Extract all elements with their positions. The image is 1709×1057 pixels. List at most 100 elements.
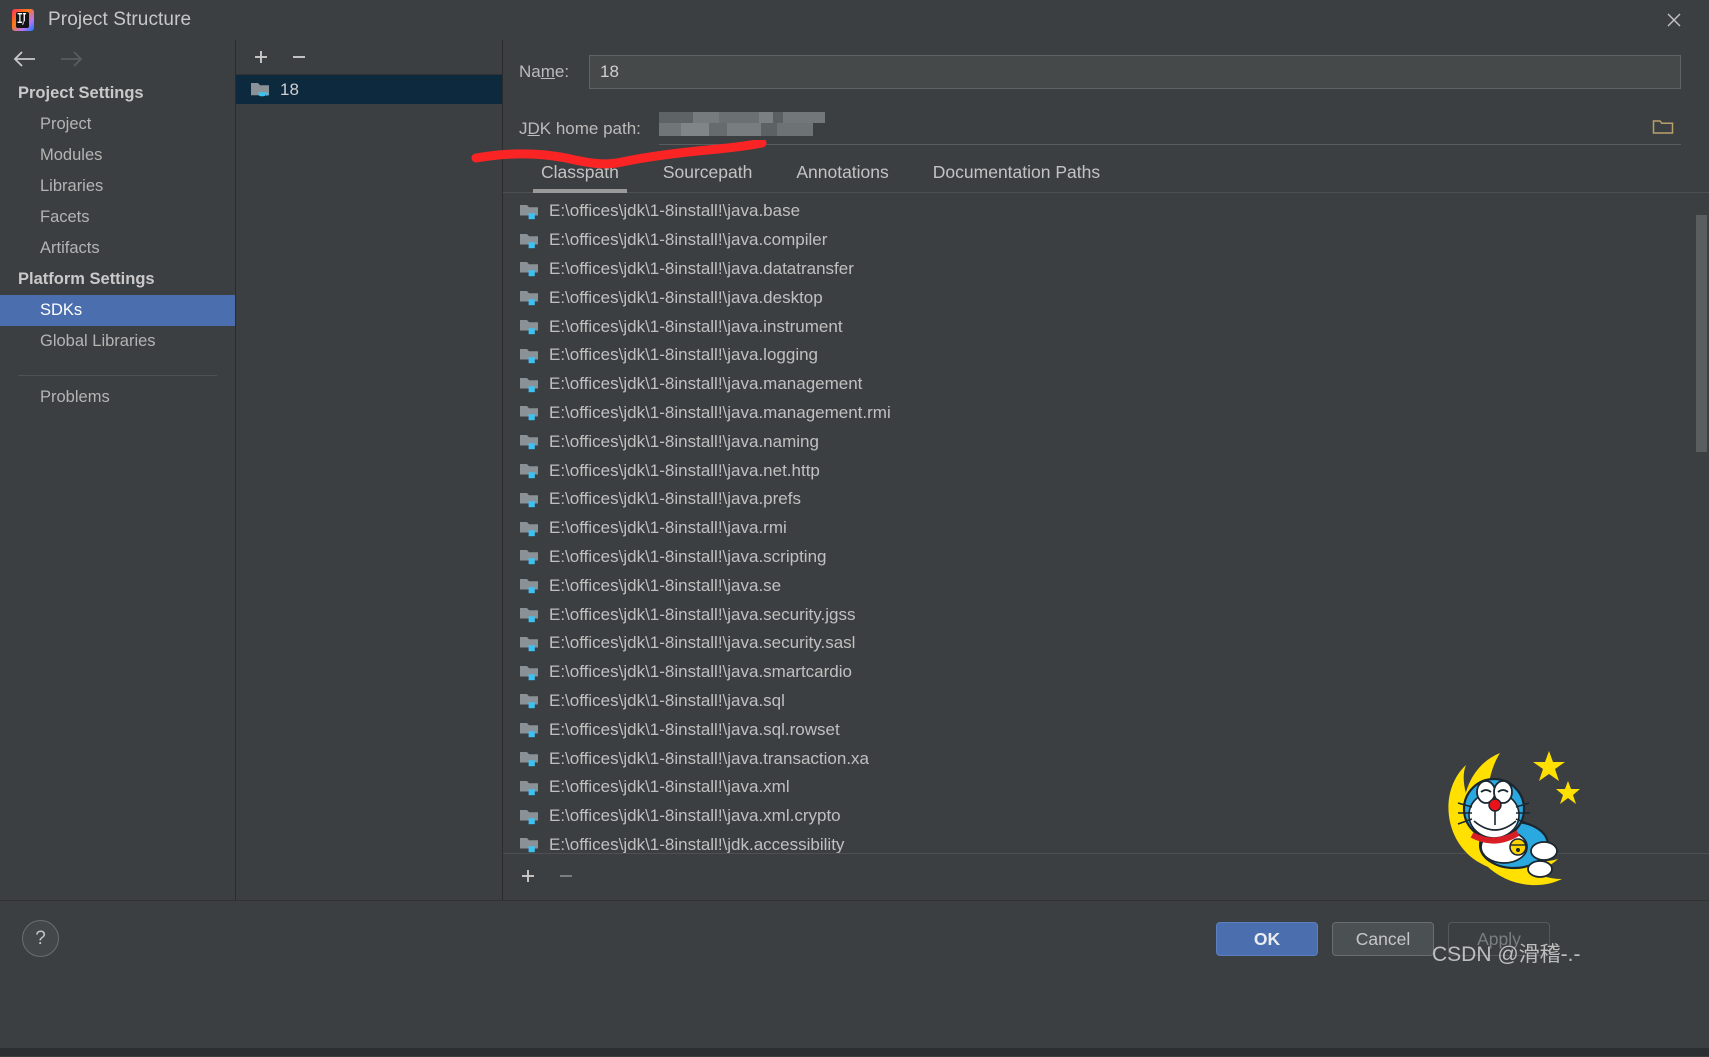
- redacted-path-mask: [659, 108, 851, 142]
- classpath-scrollbar-thumb[interactable]: [1696, 215, 1707, 452]
- window-title: Project Structure: [48, 9, 192, 30]
- classpath-row-label: E:\offices\jdk\1-8install!\java.logging: [549, 345, 819, 365]
- classpath-row[interactable]: E:\offices\jdk\1-8install!\java.base: [503, 197, 1709, 226]
- module-folder-icon: [520, 291, 538, 306]
- navigation-arrows: [0, 40, 235, 78]
- classpath-row-label: E:\offices\jdk\1-8install!\java.sql.rows…: [549, 719, 840, 739]
- classpath-row[interactable]: E:\offices\jdk\1-8install!\java.rmi: [503, 514, 1709, 543]
- classpath-toolbar: [503, 854, 1709, 898]
- classpath-row-label: E:\offices\jdk\1-8install!\java.manageme…: [549, 402, 891, 422]
- help-button[interactable]: ?: [22, 920, 59, 957]
- module-folder-icon: [520, 550, 538, 565]
- classpath-row[interactable]: E:\offices\jdk\1-8install!\java.datatran…: [503, 255, 1709, 284]
- module-folder-icon: [520, 723, 538, 738]
- sidebar-item-sdks[interactable]: SDKs: [0, 295, 235, 326]
- jdk-label-part2: K home path:: [539, 118, 641, 138]
- classpath-row[interactable]: E:\offices\jdk\1-8install!\java.manageme…: [503, 370, 1709, 399]
- classpath-row[interactable]: E:\offices\jdk\1-8install!\java.xml.cryp…: [503, 802, 1709, 831]
- remove-classpath-button[interactable]: [555, 865, 577, 887]
- tab-documentation-paths[interactable]: Documentation Paths: [911, 158, 1122, 192]
- classpath-row[interactable]: E:\offices\jdk\1-8install!\java.compiler: [503, 226, 1709, 255]
- jdk-label-mnemonic: D: [527, 118, 540, 138]
- classpath-row-label: E:\offices\jdk\1-8install!\java.datatran…: [549, 258, 854, 278]
- tab-sourcepath[interactable]: Sourcepath: [641, 158, 775, 192]
- arrow-right-icon[interactable]: [58, 49, 84, 69]
- classpath-row-label: E:\offices\jdk\1-8install!\java.smartcar…: [549, 662, 852, 682]
- classpath-row-label: E:\offices\jdk\1-8install!\java.naming: [549, 431, 819, 451]
- classpath-row[interactable]: E:\offices\jdk\1-8install!\jdk.accessibi…: [503, 831, 1709, 853]
- module-folder-icon: [520, 838, 538, 853]
- close-icon[interactable]: [1651, 4, 1697, 36]
- classpath-row-label: E:\offices\jdk\1-8install!\java.security…: [549, 633, 856, 653]
- sidebar-section-project-settings: Project Settings: [18, 84, 144, 102]
- sdk-list-toolbar: [236, 40, 502, 75]
- classpath-row-label: E:\offices\jdk\1-8install!\java.manageme…: [549, 374, 863, 394]
- module-folder-icon: [520, 233, 538, 248]
- sidebar-item-problems[interactable]: Problems: [0, 376, 235, 412]
- arrow-left-icon[interactable]: [12, 49, 38, 69]
- classpath-row[interactable]: E:\offices\jdk\1-8install!\java.net.http: [503, 456, 1709, 485]
- classpath-row[interactable]: E:\offices\jdk\1-8install!\java.xml: [503, 773, 1709, 802]
- classpath-list-container: E:\offices\jdk\1-8install!\java.base E:\o…: [503, 193, 1709, 854]
- classpath-row[interactable]: E:\offices\jdk\1-8install!\java.transact…: [503, 744, 1709, 773]
- module-folder-icon: [520, 406, 538, 421]
- classpath-row-label: E:\offices\jdk\1-8install!\jdk.accessibi…: [549, 834, 845, 853]
- dialog-button-bar: ? OK Cancel Apply: [0, 900, 1709, 1057]
- tab-annotations[interactable]: Annotations: [774, 158, 910, 192]
- sdk-list-item-18[interactable]: 18: [236, 75, 502, 104]
- ij-glyph: [17, 13, 27, 25]
- csdn-watermark: CSDN @滑稽-.-: [1432, 943, 1581, 966]
- classpath-row[interactable]: E:\offices\jdk\1-8install!\java.logging: [503, 341, 1709, 370]
- add-sdk-button[interactable]: [250, 46, 272, 68]
- classpath-row[interactable]: E:\offices\jdk\1-8install!\java.sql: [503, 687, 1709, 716]
- module-folder-icon: [520, 694, 538, 709]
- cancel-button[interactable]: Cancel: [1332, 922, 1434, 956]
- classpath-row[interactable]: E:\offices\jdk\1-8install!\java.desktop: [503, 283, 1709, 312]
- sdk-list: 18: [236, 75, 502, 104]
- sdk-list-item-label: 18: [280, 79, 299, 99]
- sdk-name-input[interactable]: [589, 55, 1681, 89]
- module-folder-icon: [520, 435, 538, 450]
- jdk-home-path-input[interactable]: [659, 112, 1681, 145]
- sidebar-item-modules[interactable]: Modules: [0, 140, 235, 171]
- sidebar-item-project[interactable]: Project: [0, 109, 235, 140]
- classpath-row-label: E:\offices\jdk\1-8install!\java.se: [549, 575, 782, 595]
- folder-glyph: [1652, 120, 1674, 134]
- remove-sdk-button[interactable]: [288, 46, 310, 68]
- classpath-row-label: E:\offices\jdk\1-8install!\java.net.http: [549, 460, 820, 480]
- module-folder-icon: [520, 320, 538, 335]
- sdk-detail-pane: Name: JDK home path:: [503, 40, 1709, 900]
- classpath-row[interactable]: E:\offices\jdk\1-8install!\java.se: [503, 571, 1709, 600]
- module-folder-icon: [520, 665, 538, 680]
- name-label-mnemonic: m: [540, 62, 555, 81]
- classpath-row[interactable]: E:\offices\jdk\1-8install!\java.scriptin…: [503, 543, 1709, 572]
- module-folder-icon: [520, 464, 538, 479]
- classpath-row[interactable]: E:\offices\jdk\1-8install!\java.manageme…: [503, 399, 1709, 428]
- classpath-row-label: E:\offices\jdk\1-8install!\java.instrume…: [549, 316, 843, 336]
- folder-browse-icon[interactable]: [1651, 116, 1675, 138]
- close-glyph: [1667, 13, 1681, 27]
- sidebar-item-facets[interactable]: Facets: [0, 202, 235, 233]
- classpath-row[interactable]: E:\offices\jdk\1-8install!\java.security…: [503, 600, 1709, 629]
- sidebar-item-artifacts[interactable]: Artifacts: [0, 233, 235, 264]
- minus-icon: [293, 56, 305, 58]
- sidebar-item-libraries[interactable]: Libraries: [0, 171, 235, 202]
- settings-sidebar: Project Settings Project Modules Librari…: [0, 40, 236, 900]
- minus-icon: [560, 875, 572, 877]
- ok-button[interactable]: OK: [1216, 922, 1318, 956]
- classpath-row[interactable]: E:\offices\jdk\1-8install!\java.prefs: [503, 485, 1709, 514]
- desktop-strip: [0, 1048, 1709, 1056]
- name-label-part1: Na: [519, 62, 541, 81]
- classpath-scrollbar[interactable]: [1694, 193, 1707, 853]
- classpath-row[interactable]: E:\offices\jdk\1-8install!\java.instrume…: [503, 312, 1709, 341]
- name-label: Name:: [519, 62, 589, 82]
- module-folder-icon: [520, 579, 538, 594]
- sidebar-item-global-libraries[interactable]: Global Libraries: [0, 326, 235, 357]
- plus-icon: [522, 870, 534, 882]
- tab-classpath[interactable]: Classpath: [519, 158, 641, 193]
- classpath-row[interactable]: E:\offices\jdk\1-8install!\java.security…: [503, 629, 1709, 658]
- classpath-row[interactable]: E:\offices\jdk\1-8install!\java.sql.rows…: [503, 715, 1709, 744]
- classpath-row[interactable]: E:\offices\jdk\1-8install!\java.naming: [503, 427, 1709, 456]
- add-classpath-button[interactable]: [517, 865, 539, 887]
- classpath-row[interactable]: E:\offices\jdk\1-8install!\java.smartcar…: [503, 658, 1709, 687]
